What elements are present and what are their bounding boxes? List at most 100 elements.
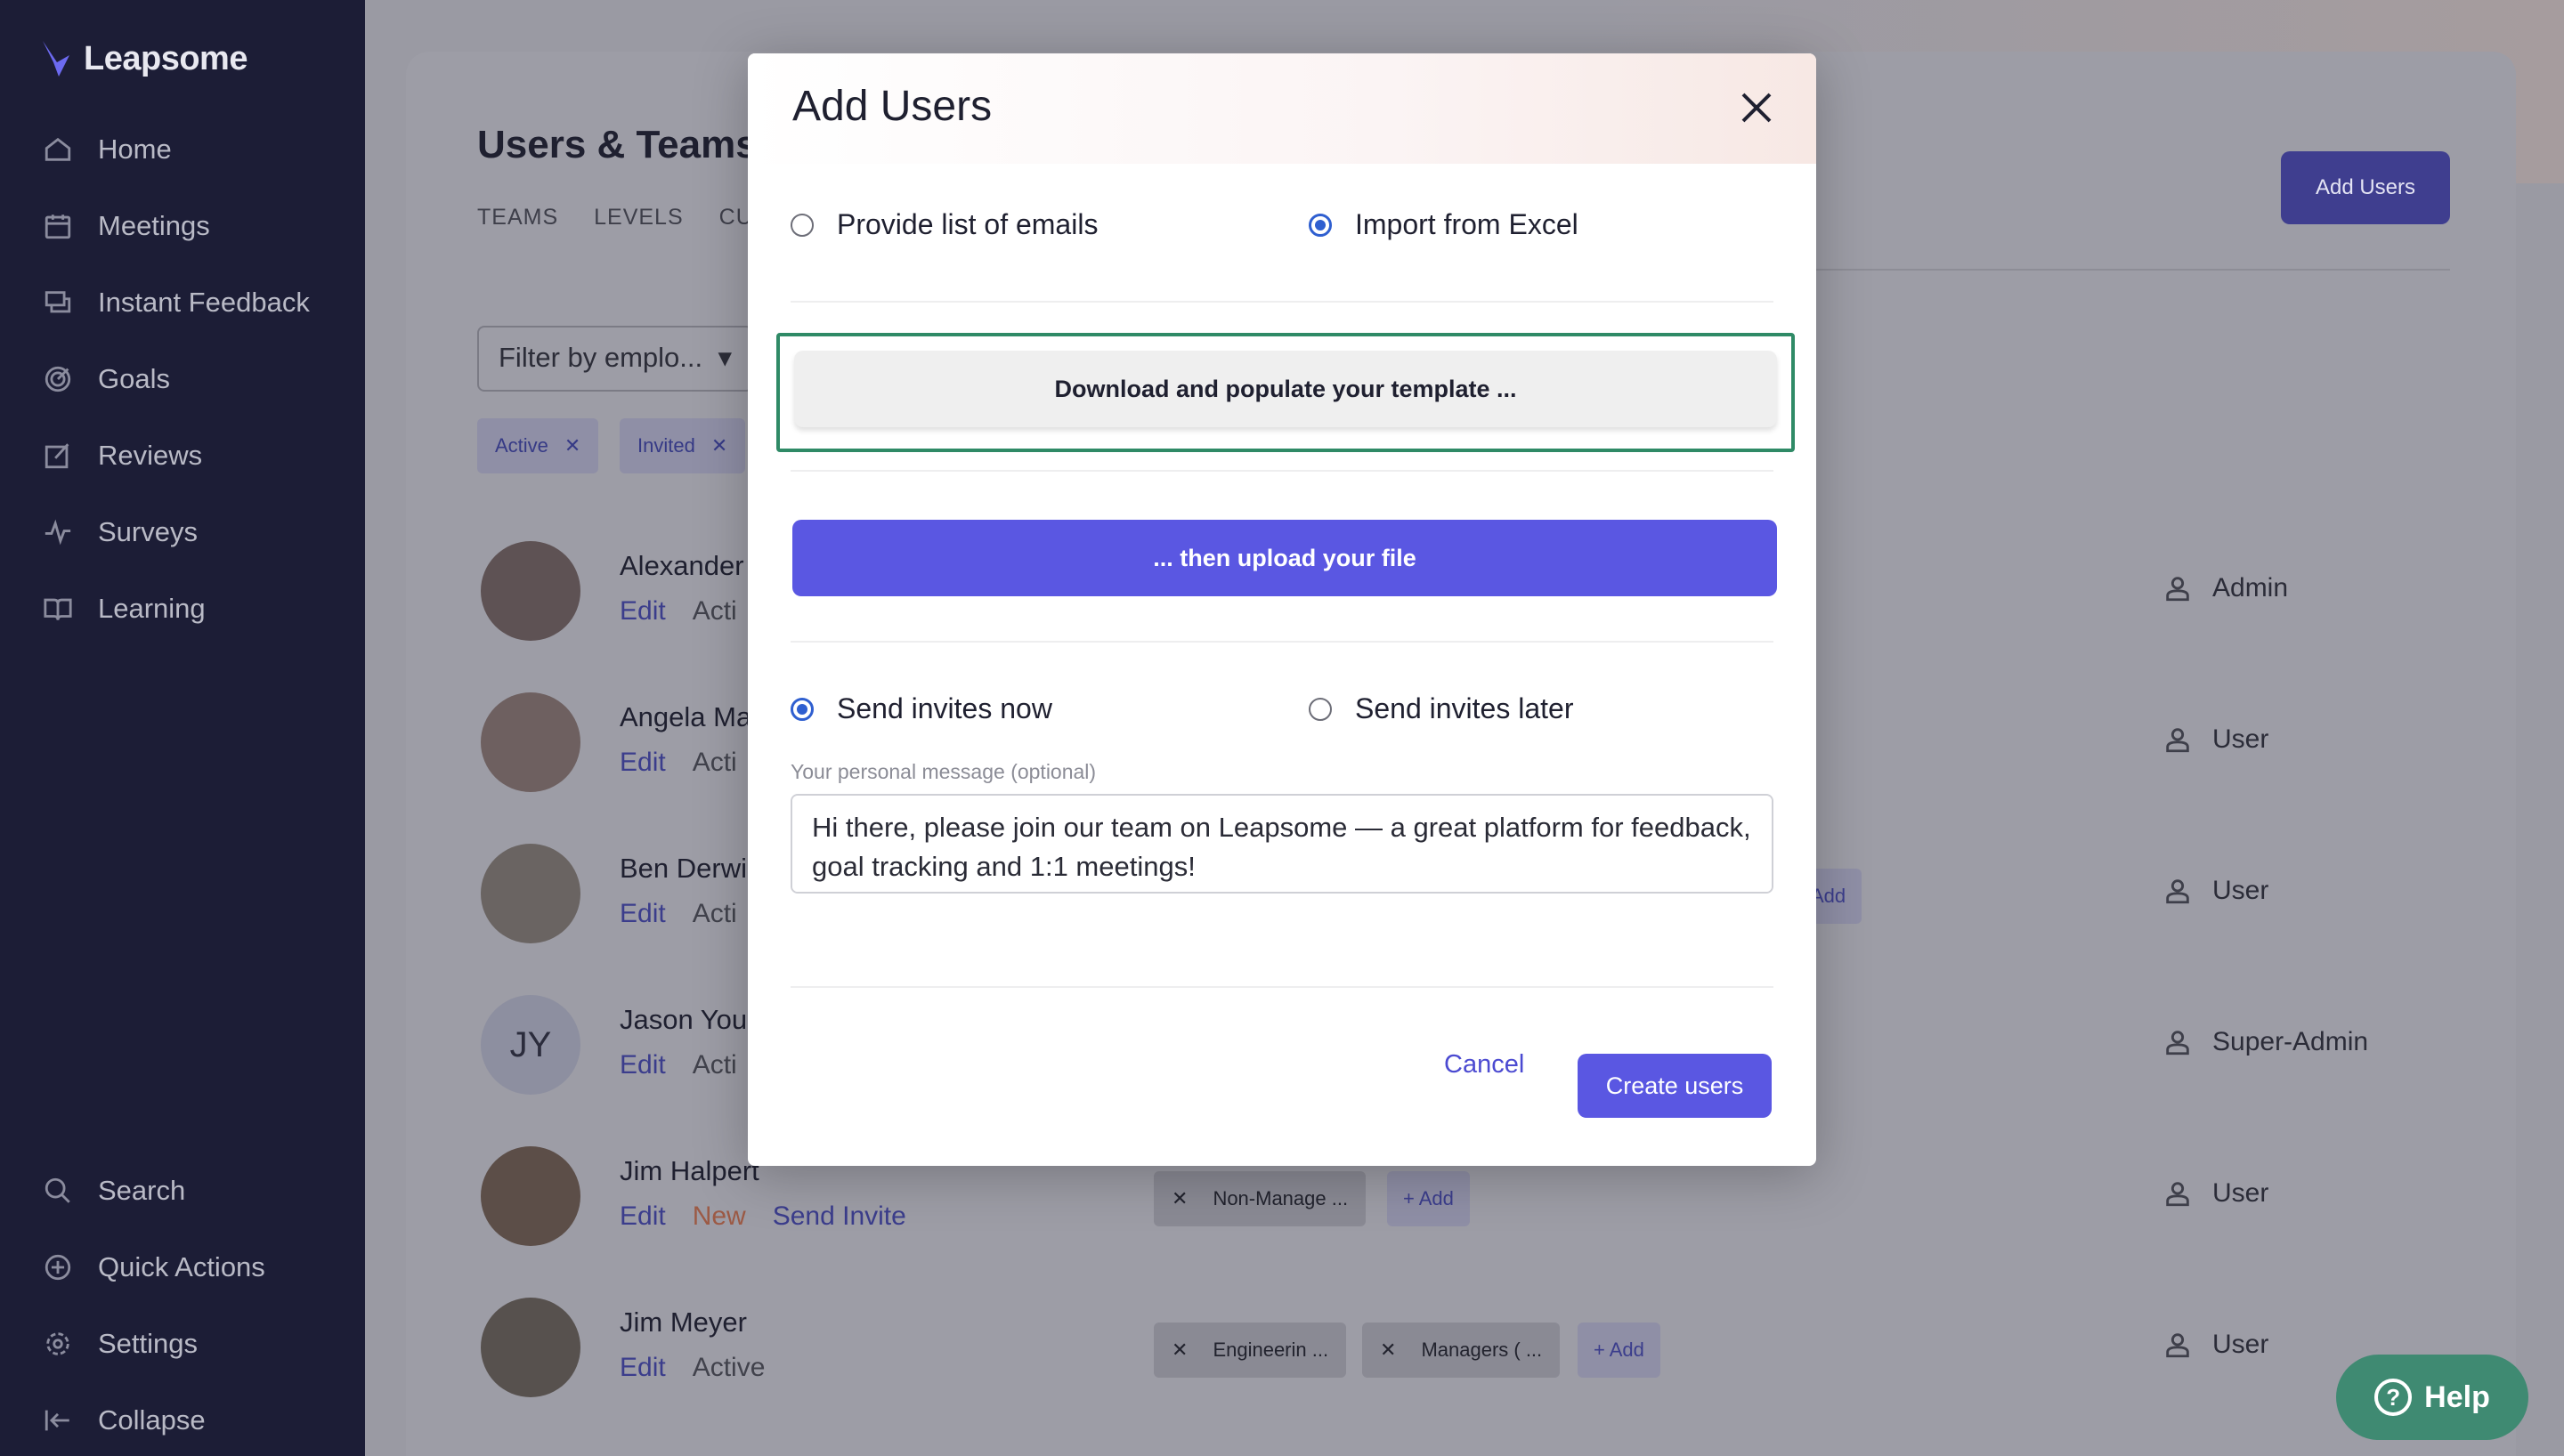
sidebar-item-home[interactable]: Home	[43, 133, 172, 166]
filter-chip-invited[interactable]: Invited ✕	[620, 418, 746, 473]
status-text: Active	[692, 1353, 766, 1382]
divider	[791, 301, 1773, 303]
cancel-button[interactable]: Cancel	[1444, 1050, 1524, 1080]
create-users-button[interactable]: Create users	[1578, 1054, 1772, 1118]
edit-link[interactable]: Edit	[620, 1050, 666, 1080]
sidebar-item-instant-feedback[interactable]: Instant Feedback	[43, 287, 310, 319]
close-button[interactable]	[1736, 87, 1777, 128]
sidebar-item-surveys[interactable]: Surveys	[43, 516, 198, 548]
role-text: User	[2212, 724, 2269, 754]
tab-levels[interactable]: LEVELS	[594, 205, 684, 231]
sidebar-item-collapse[interactable]: Collapse	[43, 1404, 206, 1436]
sidebar-item-label: Home	[98, 133, 172, 165]
personal-message-input[interactable]: Hi there, please join our team on Leapso…	[791, 794, 1773, 894]
collapse-icon	[45, 1410, 69, 1431]
team-chip-label: Managers ( ...	[1421, 1339, 1543, 1361]
user-icon	[2166, 728, 2189, 753]
pulse-icon	[45, 519, 71, 546]
radio-label: Send invites later	[1355, 692, 1574, 724]
help-button[interactable]: ? Help	[2336, 1355, 2528, 1440]
sidebar-item-quick-actions[interactable]: Quick Actions	[43, 1251, 265, 1283]
upload-file-button[interactable]: ... then upload your file	[792, 520, 1777, 596]
chip-label: Invited	[637, 434, 695, 457]
role-text: User	[2212, 876, 2269, 905]
home-icon	[45, 137, 71, 161]
radio-send-invites-now[interactable]: Send invites now	[791, 692, 1052, 725]
sidebar-item-label: Quick Actions	[98, 1251, 265, 1282]
user-name[interactable]: Angela Ma	[620, 701, 751, 733]
chevron-down-icon: ▾	[718, 342, 732, 373]
sidebar-item-reviews[interactable]: Reviews	[43, 440, 202, 472]
role-label: Super-Admin	[2162, 1027, 2368, 1057]
question-icon: ?	[2374, 1379, 2413, 1416]
sidebar: Leapsome Home Meetings Instant Feedback …	[0, 0, 365, 1456]
divider	[1816, 269, 2450, 271]
close-icon[interactable]: ✕	[564, 434, 580, 457]
radio-label: Import from Excel	[1355, 208, 1578, 240]
user-name[interactable]: Jim Halpert	[620, 1155, 759, 1187]
sidebar-item-search[interactable]: Search	[43, 1175, 185, 1207]
chip-label: Active	[495, 434, 548, 457]
user-name[interactable]: Jim Meyer	[620, 1306, 747, 1339]
role-label: Admin	[2162, 573, 2288, 603]
leapsome-logo-icon	[43, 41, 69, 77]
user-icon	[2166, 1031, 2189, 1056]
add-users-button[interactable]: Add Users	[2281, 151, 2450, 224]
send-invite-link[interactable]: Send Invite	[773, 1201, 906, 1232]
user-icon	[2166, 577, 2189, 602]
edit-link[interactable]: Edit	[620, 899, 666, 929]
filter-placeholder: Filter by emplo...	[499, 342, 703, 373]
sidebar-item-label: Goals	[98, 363, 170, 394]
edit-link[interactable]: Edit	[620, 748, 666, 778]
status-text: Acti	[692, 596, 737, 626]
sidebar-item-goals[interactable]: Goals	[43, 363, 170, 395]
tab-teams[interactable]: TEAMS	[477, 205, 558, 231]
sidebar-item-meetings[interactable]: Meetings	[43, 210, 210, 242]
add-team-button[interactable]: + Add	[1578, 1323, 1660, 1378]
sidebar-item-learning[interactable]: Learning	[43, 593, 206, 625]
radio-button[interactable]	[791, 213, 814, 237]
employee-filter-dropdown[interactable]: Filter by emplo... ▾	[477, 326, 753, 392]
divider	[791, 986, 1773, 988]
user-name[interactable]: Jason You	[620, 1004, 747, 1036]
edit-link[interactable]: Edit	[620, 1201, 666, 1232]
team-chip: ✕ Non-Manage ...	[1154, 1171, 1367, 1226]
team-chip-label: Engineerin ...	[1213, 1339, 1329, 1361]
gear-icon	[46, 1332, 69, 1355]
radio-button[interactable]	[1309, 213, 1332, 237]
sidebar-item-settings[interactable]: Settings	[43, 1328, 198, 1360]
download-template-button[interactable]: Download and populate your template ...	[794, 351, 1777, 427]
chat-icon	[45, 291, 71, 313]
radio-provide-emails[interactable]: Provide list of emails	[791, 208, 1098, 241]
target-icon	[45, 366, 71, 392]
radio-button[interactable]	[1309, 697, 1332, 721]
sidebar-item-label: Search	[98, 1175, 186, 1206]
radio-send-invites-later[interactable]: Send invites later	[1309, 692, 1573, 725]
close-icon[interactable]: ✕	[1172, 1339, 1188, 1362]
brand-logo[interactable]: Leapsome	[39, 39, 247, 78]
user-name[interactable]: Alexander	[620, 550, 744, 582]
close-icon[interactable]: ✕	[1172, 1187, 1188, 1210]
radio-import-excel[interactable]: Import from Excel	[1309, 208, 1578, 241]
sidebar-item-label: Surveys	[98, 516, 198, 547]
filter-chip-active[interactable]: Active ✕	[477, 418, 599, 473]
book-icon	[44, 598, 72, 620]
close-icon[interactable]: ✕	[711, 434, 727, 457]
team-chip-label: Non-Manage ...	[1213, 1187, 1349, 1209]
sidebar-item-label: Reviews	[98, 440, 203, 471]
help-label: Help	[2424, 1379, 2490, 1414]
user-name[interactable]: Ben Derwi	[620, 853, 747, 885]
add-team-button[interactable]: + Add	[1387, 1171, 1470, 1226]
avatar	[481, 1146, 580, 1246]
divider	[791, 470, 1773, 472]
role-label: User	[2162, 724, 2268, 755]
close-icon	[1741, 93, 1772, 123]
close-icon[interactable]: ✕	[1380, 1339, 1396, 1362]
avatar	[481, 541, 580, 641]
status-text: Acti	[692, 748, 737, 777]
edit-link[interactable]: Edit	[620, 596, 666, 627]
radio-button[interactable]	[791, 697, 814, 721]
add-users-modal: Add Users Provide list of emails Import …	[748, 53, 1816, 1166]
edit-link[interactable]: Edit	[620, 1353, 666, 1383]
role-text: User	[2212, 1330, 2269, 1359]
